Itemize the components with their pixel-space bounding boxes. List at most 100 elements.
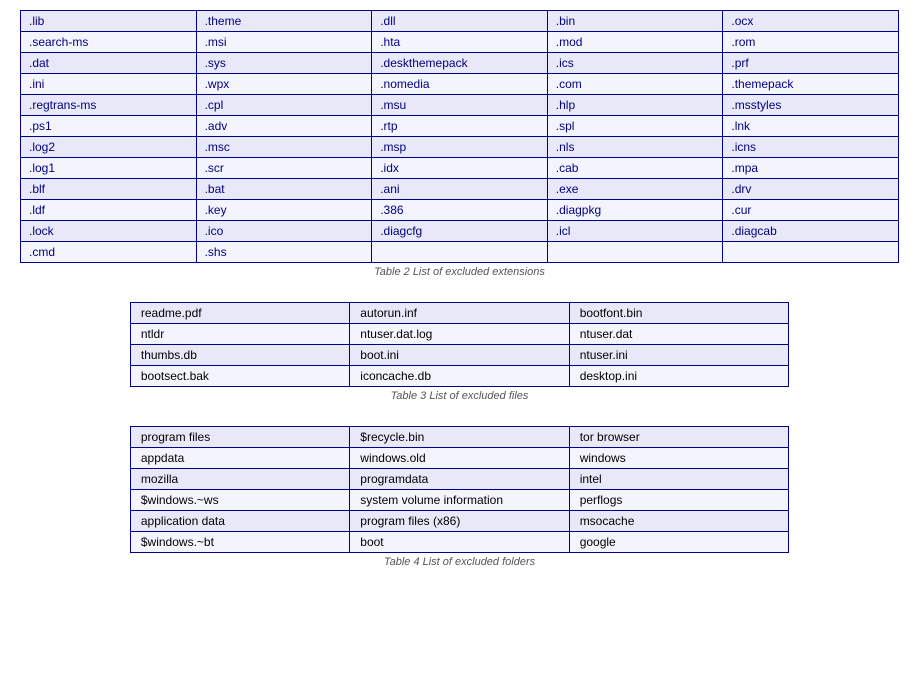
table-cell: system volume information bbox=[350, 490, 569, 511]
table-cell: $windows.~bt bbox=[130, 532, 349, 553]
table-cell: program files bbox=[130, 427, 349, 448]
table-cell: thumbs.db bbox=[130, 345, 349, 366]
table-cell: .diagcab bbox=[723, 221, 899, 242]
table-cell: ntuser.ini bbox=[569, 345, 788, 366]
table-cell bbox=[372, 242, 548, 263]
table-cell: boot.ini bbox=[350, 345, 569, 366]
table-cell: .scr bbox=[196, 158, 372, 179]
table-row: .cmd.shs bbox=[21, 242, 899, 263]
table-cell: .ini bbox=[21, 74, 197, 95]
table-cell: .dll bbox=[372, 11, 548, 32]
table-cell: .adv bbox=[196, 116, 372, 137]
table-cell: .com bbox=[547, 74, 723, 95]
table-cell: ntuser.dat.log bbox=[350, 324, 569, 345]
table-cell: bootsect.bak bbox=[130, 366, 349, 387]
table-cell: programdata bbox=[350, 469, 569, 490]
table-cell: .nomedia bbox=[372, 74, 548, 95]
table-row: readme.pdfautorun.infbootfont.bin bbox=[130, 303, 788, 324]
table-cell: .shs bbox=[196, 242, 372, 263]
table-cell: .themepack bbox=[723, 74, 899, 95]
table-row: .regtrans-ms.cpl.msu.hlp.msstyles bbox=[21, 95, 899, 116]
table-cell: .lock bbox=[21, 221, 197, 242]
table-row: .log2.msc.msp.nls.icns bbox=[21, 137, 899, 158]
table-cell: .ocx bbox=[723, 11, 899, 32]
table-row: .ps1.adv.rtp.spl.lnk bbox=[21, 116, 899, 137]
table-cell: .cmd bbox=[21, 242, 197, 263]
table-row: application dataprogram files (x86)msoca… bbox=[130, 511, 788, 532]
table-row: bootsect.bakiconcache.dbdesktop.ini bbox=[130, 366, 788, 387]
table-cell: mozilla bbox=[130, 469, 349, 490]
table-cell: $windows.~ws bbox=[130, 490, 349, 511]
extensions-table-caption: Table 2 List of excluded extensions bbox=[20, 266, 899, 278]
table-cell: ntuser.dat bbox=[569, 324, 788, 345]
table-cell: $recycle.bin bbox=[350, 427, 569, 448]
table-cell: .prf bbox=[723, 53, 899, 74]
table-cell: .msu bbox=[372, 95, 548, 116]
table-cell: .rtp bbox=[372, 116, 548, 137]
table-cell: .spl bbox=[547, 116, 723, 137]
table-cell: .icl bbox=[547, 221, 723, 242]
table-cell: .deskthemepack bbox=[372, 53, 548, 74]
folders-table-caption: Table 4 List of excluded folders bbox=[20, 556, 899, 568]
table-row: appdatawindows.oldwindows bbox=[130, 448, 788, 469]
table-cell: .dat bbox=[21, 53, 197, 74]
table-cell: .log1 bbox=[21, 158, 197, 179]
table-row: .lock.ico.diagcfg.icl.diagcab bbox=[21, 221, 899, 242]
table-cell: .msstyles bbox=[723, 95, 899, 116]
table-cell: ntldr bbox=[130, 324, 349, 345]
table-cell bbox=[547, 242, 723, 263]
table-cell: application data bbox=[130, 511, 349, 532]
table-cell: .ico bbox=[196, 221, 372, 242]
files-table-container: readme.pdfautorun.infbootfont.binntldrnt… bbox=[20, 302, 899, 402]
table-cell: .search-ms bbox=[21, 32, 197, 53]
table-cell: .386 bbox=[372, 200, 548, 221]
table-cell: iconcache.db bbox=[350, 366, 569, 387]
table-row: .dat.sys.deskthemepack.ics.prf bbox=[21, 53, 899, 74]
table-row: ntldrntuser.dat.logntuser.dat bbox=[130, 324, 788, 345]
table-cell: .bin bbox=[547, 11, 723, 32]
folders-table: program files$recycle.bintor browserappd… bbox=[130, 426, 789, 553]
table-cell: .mpa bbox=[723, 158, 899, 179]
table-cell: .sys bbox=[196, 53, 372, 74]
table-cell bbox=[723, 242, 899, 263]
table-cell: .bat bbox=[196, 179, 372, 200]
table-cell: .log2 bbox=[21, 137, 197, 158]
files-table: readme.pdfautorun.infbootfont.binntldrnt… bbox=[130, 302, 789, 387]
extensions-table-container: .lib.theme.dll.bin.ocx.search-ms.msi.hta… bbox=[20, 10, 899, 278]
table-cell: autorun.inf bbox=[350, 303, 569, 324]
table-cell: readme.pdf bbox=[130, 303, 349, 324]
table-cell: .ani bbox=[372, 179, 548, 200]
table-cell: .regtrans-ms bbox=[21, 95, 197, 116]
table-cell: .lnk bbox=[723, 116, 899, 137]
table-cell: .lib bbox=[21, 11, 197, 32]
table-cell: .rom bbox=[723, 32, 899, 53]
table-cell: .wpx bbox=[196, 74, 372, 95]
table-cell: .ps1 bbox=[21, 116, 197, 137]
table-cell: .key bbox=[196, 200, 372, 221]
table-row: .ini.wpx.nomedia.com.themepack bbox=[21, 74, 899, 95]
table-cell: .theme bbox=[196, 11, 372, 32]
table-cell: .drv bbox=[723, 179, 899, 200]
table-cell: windows.old bbox=[350, 448, 569, 469]
table-cell: .icns bbox=[723, 137, 899, 158]
table-cell: google bbox=[569, 532, 788, 553]
table-cell: .cur bbox=[723, 200, 899, 221]
table-row: $windows.~wssystem volume informationper… bbox=[130, 490, 788, 511]
table-cell: desktop.ini bbox=[569, 366, 788, 387]
table-cell: msocache bbox=[569, 511, 788, 532]
table-cell: perflogs bbox=[569, 490, 788, 511]
files-table-caption: Table 3 List of excluded files bbox=[20, 390, 899, 402]
table-cell: .hlp bbox=[547, 95, 723, 116]
table-cell: .idx bbox=[372, 158, 548, 179]
table-row: mozillaprogramdataintel bbox=[130, 469, 788, 490]
folders-table-container: program files$recycle.bintor browserappd… bbox=[20, 426, 899, 568]
table-cell: .cpl bbox=[196, 95, 372, 116]
table-row: .ldf.key.386.diagpkg.cur bbox=[21, 200, 899, 221]
table-cell: program files (x86) bbox=[350, 511, 569, 532]
table-cell: .mod bbox=[547, 32, 723, 53]
table-row: .search-ms.msi.hta.mod.rom bbox=[21, 32, 899, 53]
table-cell: tor browser bbox=[569, 427, 788, 448]
table-cell: .msp bbox=[372, 137, 548, 158]
table-row: .lib.theme.dll.bin.ocx bbox=[21, 11, 899, 32]
table-cell: .ics bbox=[547, 53, 723, 74]
